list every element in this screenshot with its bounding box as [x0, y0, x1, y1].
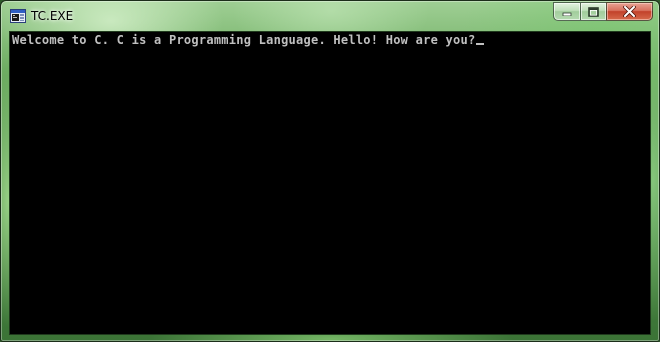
console-output-text: Welcome to C. C is a Programming Languag…	[12, 33, 476, 47]
dos-console-icon[interactable]	[10, 8, 26, 24]
maximize-icon	[588, 6, 599, 17]
minimize-button[interactable]	[553, 2, 580, 21]
caption-buttons	[553, 2, 653, 21]
close-icon	[623, 6, 636, 17]
maximize-button[interactable]	[580, 2, 606, 21]
minimize-icon	[562, 12, 572, 16]
console-output-area[interactable]: Welcome to C. C is a Programming Languag…	[9, 31, 651, 335]
window-title: TC.EXE	[31, 9, 74, 23]
console-line: Welcome to C. C is a Programming Languag…	[12, 32, 485, 48]
title-bar[interactable]: TC.EXE	[1, 1, 659, 31]
console-window: TC.EXE Welcome to C. C is a Programming …	[0, 0, 660, 342]
text-cursor	[476, 43, 485, 45]
close-button[interactable]	[606, 2, 653, 21]
